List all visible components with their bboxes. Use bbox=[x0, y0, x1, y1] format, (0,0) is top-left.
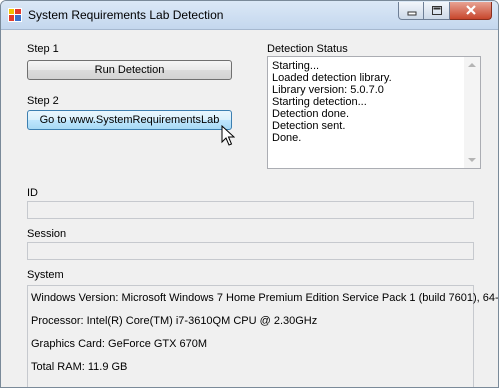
id-field[interactable] bbox=[27, 201, 474, 219]
system-windows-version: Windows Version: Microsoft Windows 7 Hom… bbox=[31, 292, 499, 304]
maximize-icon bbox=[432, 6, 442, 15]
close-button[interactable] bbox=[450, 2, 492, 20]
session-field[interactable] bbox=[27, 242, 474, 260]
go-to-website-button[interactable]: Go to www.SystemRequirementsLab bbox=[27, 110, 232, 130]
scroll-down-icon[interactable] bbox=[468, 158, 476, 162]
client-area: Step 1 Run Detection Step 2 Go to www.Sy… bbox=[8, 30, 498, 387]
status-line: Detection sent. bbox=[272, 120, 346, 132]
minimize-icon bbox=[407, 11, 417, 16]
close-icon bbox=[466, 5, 476, 15]
status-line: Done. bbox=[272, 132, 302, 144]
step2-label: Step 2 bbox=[27, 95, 59, 107]
status-line: Starting... bbox=[272, 60, 320, 72]
detection-status-label: Detection Status bbox=[267, 43, 348, 55]
scroll-up-icon[interactable] bbox=[468, 63, 476, 67]
status-line: Starting detection... bbox=[272, 96, 367, 108]
detection-status-list[interactable]: Starting... Loaded detection library. Li… bbox=[267, 56, 481, 169]
status-line: Detection done. bbox=[272, 108, 350, 120]
system-total-ram: Total RAM: 11.9 GB bbox=[31, 361, 128, 373]
system-processor: Processor: Intel(R) Core(TM) i7-3610QM C… bbox=[31, 315, 318, 327]
system-info-box[interactable]: Windows Version: Microsoft Windows 7 Hom… bbox=[27, 285, 498, 387]
maximize-button[interactable] bbox=[424, 2, 450, 20]
session-label: Session bbox=[27, 228, 67, 240]
title-bar[interactable]: System Requirements Lab Detection bbox=[1, 1, 498, 30]
id-label: ID bbox=[27, 187, 38, 199]
system-label: System bbox=[27, 269, 64, 281]
minimize-button[interactable] bbox=[398, 2, 424, 20]
system-graphics-card: Graphics Card: GeForce GTX 670M bbox=[31, 338, 208, 350]
status-line: Library version: 5.0.7.0 bbox=[272, 84, 384, 96]
window-title: System Requirements Lab Detection bbox=[28, 8, 224, 22]
status-line: Loaded detection library. bbox=[272, 72, 392, 84]
run-detection-button[interactable]: Run Detection bbox=[27, 60, 232, 80]
status-scrollbar[interactable] bbox=[464, 57, 480, 168]
step1-label: Step 1 bbox=[27, 43, 59, 55]
mouse-cursor-icon bbox=[221, 125, 235, 146]
detection-window: System Requirements Lab Detection Step 1… bbox=[0, 0, 499, 388]
app-icon bbox=[8, 8, 22, 22]
